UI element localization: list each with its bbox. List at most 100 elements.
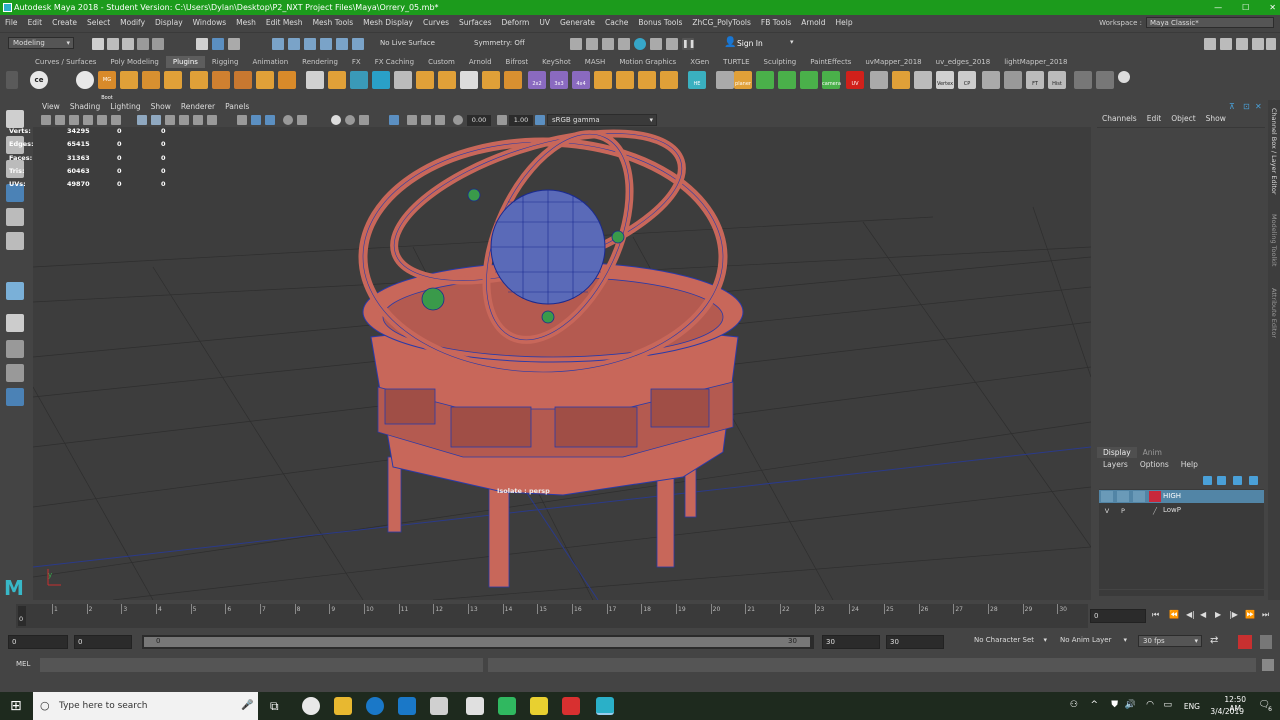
gamma-icon[interactable] <box>497 115 507 125</box>
menu-surfaces[interactable]: Surfaces <box>454 18 496 27</box>
loop-icon[interactable]: ⇄ <box>1210 635 1218 646</box>
plugin-tool-23-icon[interactable] <box>756 71 774 89</box>
app-icon-4[interactable] <box>398 697 416 715</box>
he-icon[interactable]: HE <box>688 71 706 89</box>
mail-icon[interactable] <box>466 697 484 715</box>
panel-menu-shading[interactable]: Shading <box>65 100 105 114</box>
four-view-layout-icon[interactable] <box>6 340 24 358</box>
menu-generate[interactable]: Generate <box>555 18 600 27</box>
bookmark-icon[interactable] <box>55 115 65 125</box>
plugin-tool-32-icon[interactable] <box>1096 71 1114 89</box>
multisample-aa-icon[interactable] <box>331 115 341 125</box>
planer-icon[interactable]: planer <box>734 71 752 89</box>
isolate-select-icon[interactable] <box>359 115 369 125</box>
menu-edit[interactable]: Edit <box>23 18 48 27</box>
safe-title-icon[interactable] <box>435 115 445 125</box>
minimize-button[interactable]: — <box>1214 0 1222 15</box>
object-menu[interactable]: Object <box>1166 114 1200 123</box>
tab-anim[interactable]: Anim <box>1137 447 1168 458</box>
step-forward-key-icon[interactable]: ⏩ <box>1245 610 1255 619</box>
clock-date[interactable]: 3/4/2019 <box>1210 707 1244 716</box>
scale-tool-icon[interactable] <box>6 232 24 250</box>
snap-surface-icon[interactable] <box>336 38 348 50</box>
smooth-shade-icon[interactable] <box>151 115 161 125</box>
layer-row-high[interactable]: HIGH <box>1099 490 1264 503</box>
shelf-tab-sculpting[interactable]: Sculpting <box>757 56 804 68</box>
symmetry-dropdown[interactable]: Symmetry: Off <box>474 39 525 47</box>
plugin-tool-13-icon[interactable] <box>394 71 412 89</box>
safe-action-icon[interactable] <box>421 115 431 125</box>
chrome-icon[interactable] <box>302 697 320 715</box>
app-icon-5[interactable] <box>430 697 448 715</box>
network-icon[interactable]: ⛊ <box>1111 700 1118 710</box>
layer-color-swatch-empty-icon[interactable]: ╱ <box>1149 505 1161 516</box>
character-set-dropdown[interactable]: No Character Set <box>970 635 1050 647</box>
modeling-toolkit-toggle-icon[interactable] <box>1252 38 1264 50</box>
playblast-icon[interactable] <box>666 38 678 50</box>
plugin-tool-19-icon[interactable] <box>616 71 634 89</box>
volume-icon[interactable]: 🔊 <box>1125 700 1136 710</box>
snap-live-icon[interactable] <box>352 38 364 50</box>
perspective-viewport[interactable]: View Shading Lighting Show Renderer Pane… <box>33 100 1091 600</box>
vertex-icon[interactable]: Vertex <box>936 71 954 89</box>
film-gate-icon[interactable] <box>97 115 107 125</box>
plugin-tool-8-icon[interactable] <box>278 71 296 89</box>
save-scene-icon[interactable] <box>122 38 134 50</box>
plugin-tool-4-icon[interactable] <box>190 71 208 89</box>
lights-icon[interactable] <box>193 115 203 125</box>
panel-menu-lighting[interactable]: Lighting <box>105 100 145 114</box>
plugin-tool-26-icon[interactable] <box>870 71 888 89</box>
show-menu[interactable]: Show <box>1201 114 1231 123</box>
menu-display[interactable]: Display <box>150 18 188 27</box>
plugin-tool-5-icon[interactable] <box>212 71 230 89</box>
two-view-layout-icon[interactable] <box>6 364 24 382</box>
shelf-tab-poly-modeling[interactable]: Poly Modeling <box>103 56 165 68</box>
maya-taskbar-icon[interactable] <box>596 697 614 715</box>
render-frame-icon[interactable] <box>570 38 582 50</box>
menu-curves[interactable]: Curves <box>418 18 454 27</box>
channels-menu[interactable]: Channels <box>1097 114 1142 123</box>
menu-cache[interactable]: Cache <box>600 18 633 27</box>
panel-menu-renderer[interactable]: Renderer <box>176 100 220 114</box>
menu-file[interactable]: File <box>0 18 23 27</box>
panel-menu-view[interactable]: View <box>37 100 65 114</box>
attribute-editor-toggle-icon[interactable] <box>1220 38 1232 50</box>
layer-visibility-toggle[interactable] <box>1101 491 1113 502</box>
menu-select[interactable]: Select <box>82 18 115 27</box>
shelf-tab-uvmapper[interactable]: uvMapper_2018 <box>858 56 928 68</box>
grid-toggle-icon[interactable] <box>83 115 93 125</box>
shelf-tab-xgen[interactable]: XGen <box>683 56 716 68</box>
layers-menu[interactable]: Layers <box>1097 460 1134 469</box>
menu-help[interactable]: Help <box>831 18 858 27</box>
camera-icon[interactable]: camera <box>822 71 841 89</box>
menu-zhcg-polytools[interactable]: ZhCG_PolyTools <box>687 18 756 27</box>
shelf-tab-custom[interactable]: Custom <box>421 56 462 68</box>
menu-bonus-tools[interactable]: Bonus Tools <box>633 18 687 27</box>
fps-dropdown[interactable]: 30 fps <box>1138 635 1202 647</box>
tab-display[interactable]: Display <box>1097 447 1137 458</box>
menu-arnold[interactable]: Arnold <box>796 18 830 27</box>
sign-in-button[interactable]: Sign In <box>737 39 763 48</box>
shelf-tab-rigging[interactable]: Rigging <box>205 56 246 68</box>
current-frame-field[interactable]: 0 <box>1090 609 1146 623</box>
range-slider-bar[interactable] <box>144 637 810 647</box>
plugin-tool-18-icon[interactable] <box>594 71 612 89</box>
checker-icon[interactable] <box>460 71 478 89</box>
single-perspective-layout-icon[interactable] <box>6 314 24 332</box>
plugin-tool-30-icon[interactable] <box>1004 71 1022 89</box>
mg-boot-icon[interactable]: MG Boot <box>98 71 116 101</box>
plugin-tool-7-icon[interactable] <box>256 71 274 89</box>
color-management-icon[interactable] <box>535 115 545 125</box>
tray-overflow-icon[interactable]: ^ <box>1090 700 1098 710</box>
ipr-render-icon[interactable] <box>602 38 614 50</box>
menu-deform[interactable]: Deform <box>496 18 534 27</box>
side-tab-attribute-editor[interactable]: Attribute Editor <box>1270 288 1278 338</box>
menu-mesh-display[interactable]: Mesh Display <box>358 18 418 27</box>
edit-menu[interactable]: Edit <box>1142 114 1167 123</box>
exposure-icon[interactable] <box>453 115 463 125</box>
plugin-tool-3-icon[interactable] <box>164 71 182 89</box>
layer-name[interactable]: HIGH <box>1163 490 1181 503</box>
render-view-icon[interactable] <box>586 38 598 50</box>
render-settings-icon[interactable] <box>618 38 630 50</box>
playback-start-field[interactable]: 0 <box>74 635 132 649</box>
